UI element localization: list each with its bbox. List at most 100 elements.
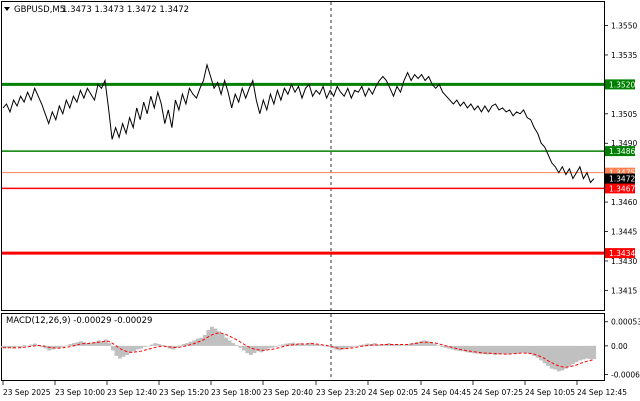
macd-histogram-bar bbox=[563, 345, 568, 369]
macd-histogram-bar bbox=[280, 344, 285, 346]
macd-histogram-bar bbox=[521, 345, 526, 353]
y-tick-label: 1.3505 bbox=[611, 110, 637, 119]
macd-histogram-bar bbox=[436, 345, 441, 346]
x-tick-label: 23 Sep 2025 bbox=[3, 388, 51, 397]
x-tick-label: 23 Sep 12:40 bbox=[107, 388, 157, 397]
macd-histogram-bar bbox=[64, 345, 69, 346]
macd-histogram-bar bbox=[153, 343, 158, 346]
macd-histogram-bar bbox=[132, 345, 137, 352]
level-price-label: 1.3434 bbox=[609, 249, 635, 258]
macd-histogram-bar bbox=[107, 343, 112, 346]
macd-histogram-bar bbox=[528, 345, 533, 355]
macd-histogram-bar bbox=[68, 344, 73, 346]
y-tick-label: 1.3430 bbox=[611, 257, 637, 266]
macd-histogram-bar bbox=[266, 345, 271, 349]
chart-background bbox=[0, 0, 640, 401]
macd-histogram-bar bbox=[574, 345, 579, 363]
macd-histogram-bar bbox=[273, 345, 278, 347]
macd-histogram-bar bbox=[464, 345, 469, 353]
macd-histogram-bar bbox=[323, 345, 328, 347]
macd-histogram-bar bbox=[524, 345, 529, 354]
macd-histogram-bar bbox=[570, 345, 575, 365]
macd-histogram-bar bbox=[507, 345, 512, 355]
macd-histogram-bar bbox=[61, 345, 66, 347]
macd-histogram-bar bbox=[432, 344, 437, 346]
macd-histogram-bar bbox=[503, 345, 508, 355]
macd-histogram-bar bbox=[210, 326, 214, 346]
macd-histogram-bar bbox=[581, 345, 586, 360]
macd-histogram-bar bbox=[22, 344, 27, 346]
macd-histogram-bar bbox=[110, 345, 115, 351]
macd-histogram-bar bbox=[8, 345, 13, 348]
macd-histogram-bar bbox=[546, 345, 551, 366]
macd-histogram-bar bbox=[514, 345, 519, 355]
x-tick-label: 23 Sep 15:20 bbox=[159, 388, 209, 397]
level-price-label: 1.3486 bbox=[609, 147, 635, 156]
macd-histogram-bar bbox=[213, 328, 218, 346]
y-tick-label: 1.3550 bbox=[611, 22, 637, 31]
macd-histogram-bar bbox=[96, 340, 101, 346]
macd-histogram-bar bbox=[263, 345, 267, 351]
macd-histogram-bar bbox=[139, 345, 144, 349]
macd-histogram-bar bbox=[146, 345, 151, 347]
macd-histogram-bar bbox=[259, 345, 264, 353]
x-tick-label: 24 Sep 04:45 bbox=[421, 388, 471, 397]
macd-histogram-bar bbox=[29, 344, 34, 346]
x-tick-label: 23 Sep 10:00 bbox=[55, 388, 105, 397]
macd-histogram-bar bbox=[567, 345, 572, 367]
macd-histogram-bar bbox=[542, 345, 547, 364]
macd-histogram-bar bbox=[57, 345, 62, 348]
y-tick-label: 1.3415 bbox=[611, 286, 637, 295]
y-tick-label: 1.3535 bbox=[611, 51, 637, 60]
x-tick-label: 24 Sep 10:05 bbox=[525, 388, 575, 397]
x-tick-label: 23 Sep 18:00 bbox=[211, 388, 261, 397]
macd-histogram-bar bbox=[457, 345, 462, 351]
macd-histogram-bar bbox=[277, 345, 282, 346]
macd-histogram-bar bbox=[316, 344, 321, 346]
macd-histogram-bar bbox=[496, 345, 501, 355]
macd-histogram-bar bbox=[422, 340, 427, 346]
macd-histogram-bar bbox=[220, 334, 225, 346]
price-chart[interactable]: 1.35501.35351.35051.34901.34601.34451.34… bbox=[0, 0, 640, 401]
x-tick-label: 24 Sep 02:05 bbox=[368, 388, 418, 397]
macd-histogram-bar bbox=[149, 344, 154, 346]
macd-histogram-bar bbox=[118, 345, 122, 359]
macd-histogram-bar bbox=[592, 345, 597, 360]
x-tick-label: 23 Sep 20:40 bbox=[263, 388, 313, 397]
macd-histogram-bar bbox=[440, 345, 444, 347]
macd-histogram-bar bbox=[401, 345, 405, 346]
macd-histogram-bar bbox=[302, 344, 306, 346]
macd-histogram-bar bbox=[500, 345, 505, 355]
macd-histogram-bar bbox=[585, 345, 589, 359]
symbol-label: GBPUSD,M5 bbox=[14, 5, 65, 15]
macd-histogram-bar bbox=[227, 340, 232, 346]
ohlc-label: 1.3473 1.3473 1.3472 1.3472 bbox=[62, 5, 189, 15]
level-price-label: 1.3520 bbox=[609, 80, 635, 89]
macd-histogram-bar bbox=[517, 345, 522, 354]
macd-y-tick-label: 0.00 bbox=[611, 342, 628, 351]
macd-histogram-bar bbox=[351, 345, 356, 347]
macd-histogram-bar bbox=[135, 345, 140, 350]
macd-title: MACD(12,26,9) -0.00029 -0.00029 bbox=[6, 316, 152, 326]
y-tick-label: 1.3445 bbox=[611, 228, 637, 237]
macd-histogram-bar bbox=[510, 345, 515, 354]
macd-histogram-bar bbox=[489, 345, 494, 355]
macd-histogram-bar bbox=[355, 345, 359, 347]
macd-histogram-bar bbox=[394, 344, 398, 346]
macd-y-tick-label: 0.00053 bbox=[611, 318, 640, 327]
macd-histogram-bar bbox=[556, 345, 561, 372]
chart-header: GBPUSD,M5 1.3473 1.3473 1.3472 1.3472 bbox=[4, 5, 189, 15]
y-tick-label: 1.3460 bbox=[611, 198, 637, 207]
macd-histogram-bar bbox=[238, 345, 243, 348]
macd-histogram-bar bbox=[142, 345, 147, 347]
macd-histogram-bar bbox=[234, 344, 239, 346]
macd-histogram-bar bbox=[156, 344, 161, 346]
macd-histogram-bar bbox=[404, 344, 409, 346]
macd-histogram-bar bbox=[256, 345, 260, 352]
macd-histogram-bar bbox=[125, 345, 129, 355]
macd-histogram-bar bbox=[358, 344, 363, 346]
x-tick-label: 24 Sep 12:45 bbox=[577, 388, 627, 397]
macd-histogram-bar bbox=[270, 345, 275, 348]
macd-histogram-bar bbox=[103, 339, 108, 346]
macd-histogram-bar bbox=[588, 345, 593, 360]
